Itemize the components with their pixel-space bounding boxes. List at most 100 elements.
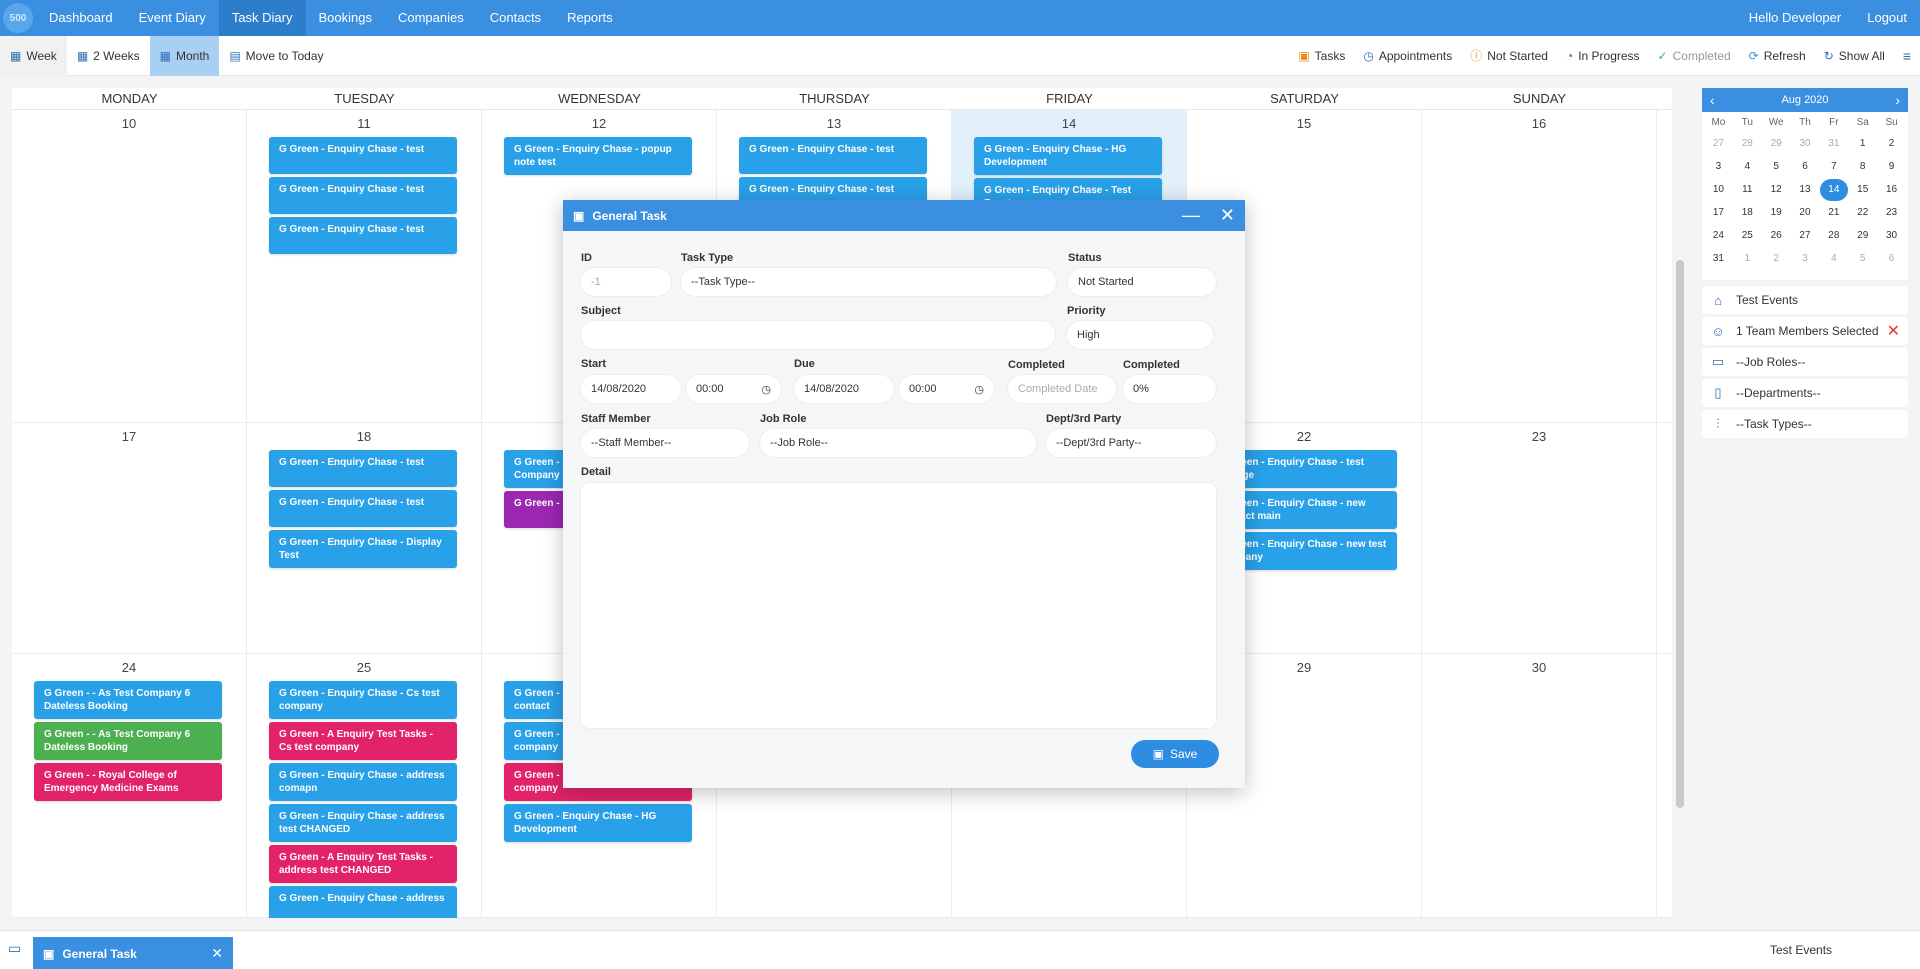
nav-item-reports[interactable]: Reports — [554, 0, 626, 36]
mini-day[interactable]: 2 — [1877, 132, 1906, 155]
test-events-filter[interactable]: ⌂ Test Events — [1702, 286, 1908, 314]
mini-day[interactable]: 30 — [1791, 132, 1820, 155]
calendar-event[interactable]: G Green - - As Test Company 6 Dateless B… — [34, 722, 222, 760]
completed-toggle[interactable]: ✓ Completed — [1649, 36, 1740, 76]
calendar-day-cell[interactable]: 24 G Green - - As Test Company 6 Dateless… — [12, 654, 247, 917]
calendar-event[interactable]: G Green - Enquiry Chase - test — [739, 137, 927, 174]
nav-item-task-diary[interactable]: Task Diary — [218, 0, 306, 36]
mini-day[interactable]: 25 — [1733, 224, 1762, 247]
minimized-task-tab[interactable]: ▣ General Task ✕ — [33, 937, 233, 969]
show-all-button[interactable]: ↻ Show All — [1815, 36, 1894, 76]
close-icon[interactable]: ✕ — [1220, 205, 1235, 226]
mini-day[interactable]: 26 — [1762, 224, 1791, 247]
calendar-day-cell[interactable]: 10 — [12, 110, 247, 422]
move-to-today-button[interactable]: ▤ Move to Today — [219, 36, 333, 76]
team-members-filter[interactable]: ☺ 1 Team Members Selected ✕ — [1702, 317, 1908, 345]
calendar-event[interactable]: G Green - Enquiry Chase - HG Development — [504, 804, 692, 842]
appointments-toggle[interactable]: ◷ Appointments — [1354, 36, 1461, 76]
mini-day[interactable]: 16 — [1877, 178, 1906, 201]
nav-item-companies[interactable]: Companies — [385, 0, 477, 36]
mini-day[interactable]: 2 — [1762, 247, 1791, 270]
calendar-event[interactable]: G Green - - As Test Company 6 Dateless B… — [34, 681, 222, 719]
refresh-button[interactable]: ⟳ Refresh — [1740, 36, 1815, 76]
subject-input[interactable] — [581, 321, 1055, 349]
mini-day[interactable]: 15 — [1848, 178, 1877, 201]
mini-day[interactable]: 13 — [1791, 178, 1820, 201]
mini-day[interactable]: 28 — [1733, 132, 1762, 155]
detail-textarea[interactable] — [581, 483, 1216, 728]
mini-day[interactable]: 29 — [1762, 132, 1791, 155]
due-time-input[interactable]: 00:00 ◷ — [899, 375, 994, 403]
logo[interactable]: 500 — [0, 0, 36, 36]
job-role-select[interactable]: --Job Role-- — [760, 429, 1036, 457]
mini-day[interactable]: 9 — [1877, 155, 1906, 178]
calendar-day-cell[interactable]: 25 G Green - Enquiry Chase - Cs test comp… — [247, 654, 482, 918]
mini-day[interactable]: 29 — [1848, 224, 1877, 247]
mini-day[interactable]: 19 — [1762, 201, 1791, 224]
mini-day[interactable]: 23 — [1877, 201, 1906, 224]
calendar-event[interactable]: G Green - Enquiry Chase - test — [269, 217, 457, 254]
mini-day[interactable]: 11 — [1733, 178, 1762, 201]
mini-day[interactable]: 1 — [1733, 247, 1762, 270]
calendar-event[interactable]: G Green - Enquiry Chase - test — [269, 177, 457, 214]
nav-item-contacts[interactable]: Contacts — [477, 0, 554, 36]
mini-day[interactable]: 28 — [1819, 224, 1848, 247]
completed-date-input[interactable]: Completed Date — [1008, 375, 1116, 403]
calendar-event[interactable]: G Green - Enquiry Chase - popup note tes… — [504, 137, 692, 175]
calendar-event[interactable]: G Green - Enquiry Chase - Display Test — [269, 530, 457, 568]
month-view-button[interactable]: ▦ Month — [149, 35, 220, 76]
calendar-event[interactable]: G Green - Enquiry Chase - test — [269, 490, 457, 527]
calendar-day-cell[interactable]: 23 — [1422, 423, 1657, 653]
mini-day[interactable]: 8 — [1848, 155, 1877, 178]
calendar-event[interactable]: G Green - Enquiry Chase - test — [269, 137, 457, 174]
mini-day[interactable]: 5 — [1848, 247, 1877, 270]
calendar-event[interactable]: G Green - A Enquiry Test Tasks - address… — [269, 845, 457, 883]
chevron-left-icon[interactable]: ‹ — [1710, 92, 1715, 108]
task-type-select[interactable]: --Task Type-- — [681, 268, 1056, 296]
week-view-button[interactable]: ▦ Week — [0, 35, 67, 76]
mini-day[interactable]: 27 — [1704, 132, 1733, 155]
window-icon[interactable]: ▭ — [8, 940, 21, 957]
mini-day[interactable]: 3 — [1704, 155, 1733, 178]
calendar-event[interactable]: G Green - Enquiry Chase - test — [269, 450, 457, 487]
mini-day[interactable]: 6 — [1791, 155, 1820, 178]
mini-day[interactable]: 4 — [1733, 155, 1762, 178]
mini-day[interactable]: 27 — [1791, 224, 1820, 247]
start-date-input[interactable]: 14/08/2020 — [581, 375, 681, 403]
calendar-event[interactable]: G Green - Enquiry Chase - address — [269, 886, 457, 918]
mini-day[interactable]: 3 — [1791, 247, 1820, 270]
not-started-toggle[interactable]: ⓘ Not Started — [1461, 36, 1557, 76]
mini-day[interactable]: 4 — [1819, 247, 1848, 270]
mini-day[interactable]: 7 — [1819, 155, 1848, 178]
mini-day[interactable]: 30 — [1877, 224, 1906, 247]
completed-percent-input[interactable]: 0% — [1123, 375, 1216, 403]
calendar-event[interactable]: G Green - Enquiry Chase - HG Development — [974, 137, 1162, 175]
calendar-event[interactable]: G Green - A Enquiry Test Tasks - Cs test… — [269, 722, 457, 760]
calendar-day-cell[interactable]: 17 — [12, 423, 247, 653]
mini-day[interactable]: 12 — [1762, 178, 1791, 201]
user-greeting[interactable]: Hello Developer — [1736, 0, 1855, 36]
job-roles-filter[interactable]: ▭ --Job Roles-- — [1702, 348, 1908, 376]
mini-day[interactable]: 21 — [1819, 201, 1848, 224]
close-icon[interactable]: ✕ — [211, 945, 223, 962]
save-button[interactable]: ▣ Save — [1131, 740, 1219, 768]
mini-day[interactable]: 20 — [1791, 201, 1820, 224]
tasks-toggle[interactable]: ▣ Tasks — [1289, 36, 1354, 76]
mini-day[interactable]: 18 — [1733, 201, 1762, 224]
mini-day[interactable]: 5 — [1762, 155, 1791, 178]
calendar-event[interactable]: G Green - - Royal College of Emergency M… — [34, 763, 222, 801]
priority-select[interactable]: High — [1067, 321, 1213, 349]
chevron-right-icon[interactable]: › — [1895, 92, 1900, 108]
mini-day[interactable]: 10 — [1704, 178, 1733, 201]
nav-item-dashboard[interactable]: Dashboard — [36, 0, 126, 36]
start-time-input[interactable]: 00:00 ◷ — [686, 375, 781, 403]
menu-button[interactable]: ≡ — [1894, 36, 1920, 76]
minimize-icon[interactable]: — — [1182, 205, 1200, 226]
status-select[interactable]: Not Started — [1068, 268, 1216, 296]
dept-select[interactable]: --Dept/3rd Party-- — [1046, 429, 1216, 457]
id-field[interactable]: -1 — [581, 268, 671, 296]
mini-day[interactable]: 1 — [1848, 132, 1877, 155]
calendar-day-cell[interactable]: 11 G Green - Enquiry Chase - test G Green … — [247, 110, 482, 422]
mini-day[interactable]: 24 — [1704, 224, 1733, 247]
logout-link[interactable]: Logout — [1854, 0, 1920, 36]
